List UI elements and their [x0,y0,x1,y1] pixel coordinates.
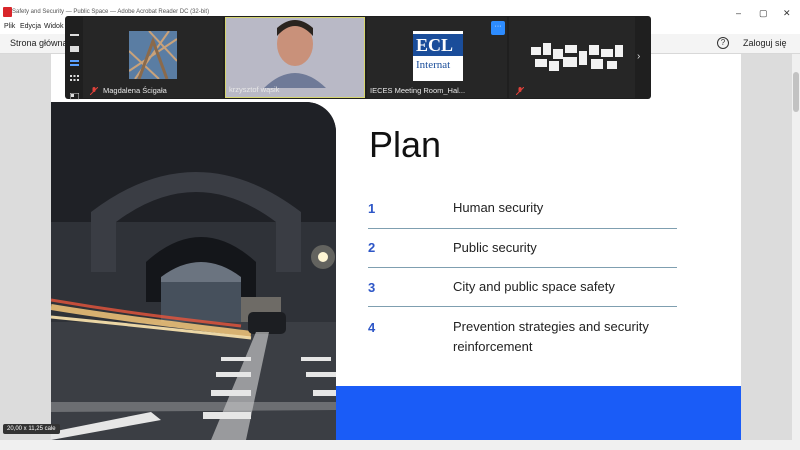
muted-mic-icon [516,87,524,95]
menu-edit[interactable]: Edycja [20,23,41,30]
maximize-button[interactable]: ▢ [759,9,768,18]
item-number: 2 [368,240,376,255]
item-number: 4 [368,320,376,335]
status-bar [0,440,800,450]
help-icon[interactable]: ? [717,37,729,49]
menu-view[interactable]: Widok [44,23,63,30]
next-page-arrow-icon[interactable]: › [637,51,640,62]
close-button[interactable]: ✕ [783,9,791,18]
scrollbar-thumb[interactable] [793,72,799,112]
participant-name: Magdalena Ścigała [103,86,167,95]
menu-file[interactable]: Plik [4,23,15,30]
page-size-label: 20,00 x 11,25 cale [3,424,60,434]
divider [368,267,677,268]
minimize-strip-icon[interactable] [70,25,79,36]
participant-video [264,20,326,88]
pdf-slide-page: Plan 1 Human security 2 Public security … [51,54,741,440]
participant-name: krzysztof wąsik [229,85,280,94]
item-text: Human security [453,200,544,215]
item-number: 1 [368,201,376,216]
pixelated-video [529,41,625,75]
participant-avatar [129,31,177,79]
home-tab[interactable]: Strona główna [10,38,68,48]
zoom-view-toolbar [65,16,83,101]
muted-mic-icon [90,87,98,95]
acrobat-icon [3,7,12,17]
vertical-scrollbar[interactable] [792,54,800,440]
slide-title: Plan [369,124,442,165]
grid-view-icon[interactable] [70,69,79,81]
strip-view-icon[interactable] [70,53,79,66]
participant-tile[interactable]: ECL Internat ··· IECES Meeting Room_Hal.… [367,17,507,98]
share-layout-icon[interactable] [69,87,80,101]
item-text: Prevention strategies and security reinf… [453,319,649,354]
slide-photo [51,102,336,440]
divider [368,228,677,229]
item-text: Public security [453,240,537,255]
participant-name: IECES Meeting Room_Hal... [370,86,466,95]
item-number: 3 [368,280,376,295]
minimize-button[interactable]: – [736,9,741,18]
login-button[interactable]: Zaloguj się [743,38,787,48]
single-video-icon[interactable] [70,39,79,52]
window-title: Safety and Security — Public Space — Ado… [12,9,210,15]
participant-tile-active-speaker[interactable]: krzysztof wąsik [225,17,365,98]
zoom-video-strip: Magdalena Ścigała krzysztof wąsik ECL In… [65,16,651,101]
participant-tile[interactable] [509,17,635,98]
participant-tile[interactable]: Magdalena Ścigała [83,17,223,98]
item-text: City and public space safety [453,279,615,294]
divider [368,306,677,307]
accent-band [336,386,741,440]
more-options-button[interactable]: ··· [491,21,505,35]
participant-logo: ECL Internat [413,31,463,81]
